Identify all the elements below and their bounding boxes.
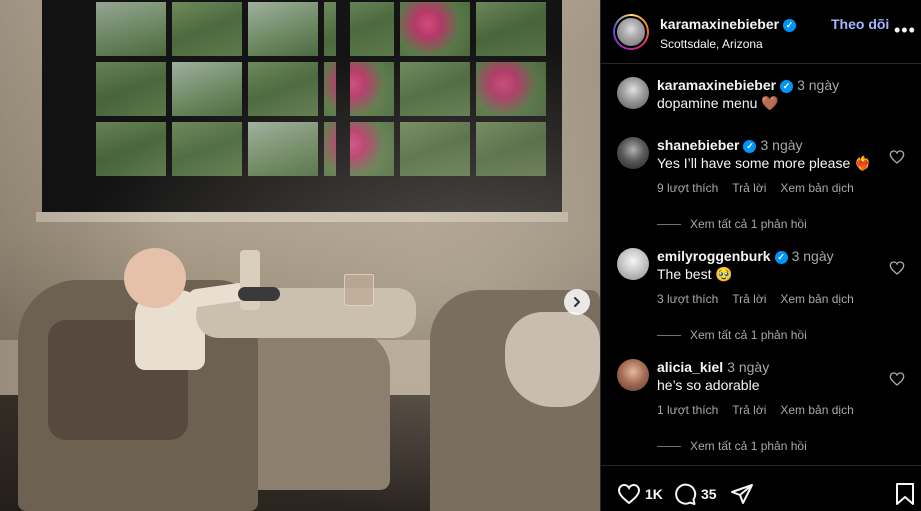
heart-icon[interactable]: [889, 371, 905, 387]
post-photo: [0, 0, 600, 511]
caption-username[interactable]: karamaxinebieber: [657, 77, 776, 93]
comment-time: 3 ngày: [760, 137, 803, 153]
likes-count[interactable]: 3 lượt thích: [657, 292, 718, 306]
avatar[interactable]: [617, 248, 649, 280]
comment-time: 3 ngày: [727, 359, 770, 375]
share-icon: [731, 484, 753, 504]
view-replies-link[interactable]: Xem tất cả 1 phản hồi: [657, 439, 807, 453]
comment-time: 3 ngày: [791, 248, 834, 264]
avatar[interactable]: [617, 77, 649, 109]
more-options-icon[interactable]: •••: [894, 20, 916, 41]
next-photo-button[interactable]: [564, 289, 590, 315]
comment-username[interactable]: shanebieber: [657, 137, 739, 153]
comment-username[interactable]: alicia_kiel: [657, 359, 723, 375]
reply-button[interactable]: Trả lời: [732, 292, 766, 306]
author-username[interactable]: karamaxinebieber: [660, 16, 779, 32]
view-replies-link[interactable]: Xem tất cả 1 phản hồi: [657, 328, 807, 342]
chevron-right-icon: [574, 297, 580, 307]
follow-button[interactable]: Theo dõi: [831, 16, 889, 32]
comment-text: Yes I’ll have some more please ❤️‍🔥: [657, 155, 872, 171]
reply-button[interactable]: Trả lời: [732, 403, 766, 417]
comment-button[interactable]: 35: [673, 482, 717, 506]
bookmark-icon: [896, 483, 914, 505]
likes-count[interactable]: 1 lượt thích: [657, 403, 718, 417]
avatar[interactable]: [617, 359, 649, 391]
view-replies-label: Xem tất cả 1 phản hồi: [690, 439, 807, 453]
likes-count[interactable]: 9 lượt thích: [657, 181, 718, 195]
reply-button[interactable]: Trả lời: [732, 181, 766, 195]
like-count: 1K: [645, 486, 663, 502]
comments-panel: karamaxinebieber ✓ Scottsdale, Arizona Th…: [600, 0, 921, 511]
verified-badge-icon: ✓: [780, 79, 794, 93]
caption-time: 3 ngày: [797, 77, 840, 93]
pillow: [505, 312, 600, 407]
view-replies-label: Xem tất cả 1 phản hồi: [690, 217, 807, 231]
translate-button[interactable]: Xem bản dịch: [780, 181, 853, 195]
comment-icon: [675, 483, 697, 505]
comment-username[interactable]: emilyroggenburk: [657, 248, 771, 264]
caption-text: dopamine menu 🤎: [657, 95, 779, 111]
post-header: karamaxinebieber ✓ Scottsdale, Arizona Th…: [601, 0, 921, 64]
view-replies-link[interactable]: Xem tất cả 1 phản hồi: [657, 217, 807, 231]
comment-count: 35: [701, 486, 717, 502]
heart-icon[interactable]: [889, 260, 905, 276]
comment-text: he’s so adorable: [657, 377, 760, 393]
like-button[interactable]: 1K: [617, 482, 663, 506]
translate-button[interactable]: Xem bản dịch: [780, 403, 853, 417]
glass-mug: [344, 274, 374, 306]
stacking-toy: [240, 250, 260, 310]
avatar[interactable]: [617, 137, 649, 169]
baby-head: [124, 248, 186, 308]
post-location[interactable]: Scottsdale, Arizona: [660, 37, 763, 51]
comment-text: The best 🥹: [657, 266, 733, 282]
translate-button[interactable]: Xem bản dịch: [780, 292, 853, 306]
view-replies-label: Xem tất cả 1 phản hồi: [690, 328, 807, 342]
heart-icon: [617, 483, 641, 505]
verified-badge-icon: ✓: [783, 18, 797, 32]
share-button[interactable]: [730, 482, 754, 506]
post-actions-bar: 1K 35: [601, 465, 921, 511]
save-button[interactable]: [895, 482, 915, 506]
verified-badge-icon: ✓: [743, 139, 757, 153]
avatar[interactable]: [613, 14, 649, 50]
heart-icon[interactable]: [889, 149, 905, 165]
verified-badge-icon: ✓: [774, 250, 788, 264]
